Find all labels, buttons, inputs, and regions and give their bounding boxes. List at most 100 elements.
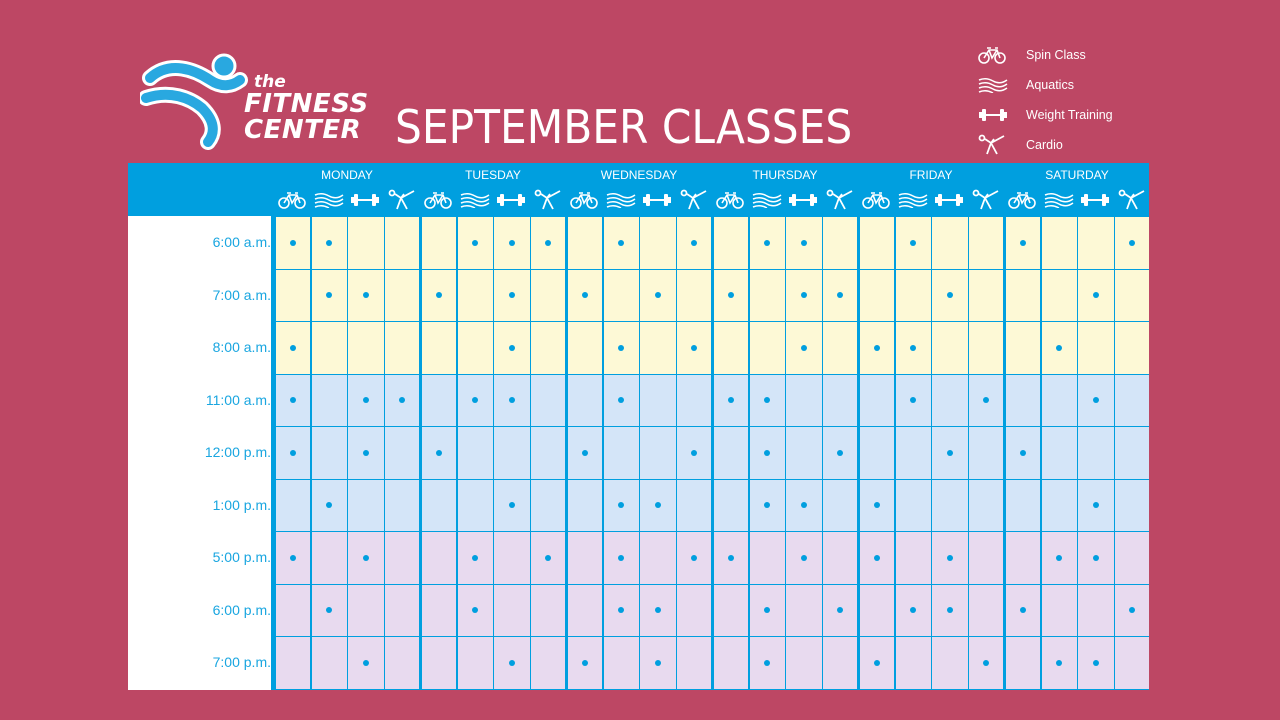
schedule-cell [860,427,894,479]
schedule-cell [276,269,310,321]
page-title: SEPTEMBER CLASSES [395,100,853,154]
dumbbell-icon [931,189,967,211]
class-dot [581,659,588,666]
schedule-cell [422,479,456,531]
schedule-cell [1078,322,1114,374]
schedule-cell [1114,217,1149,269]
class-dot [1128,239,1135,246]
schedule-cell [786,427,822,479]
schedule-cell [276,479,310,531]
schedule-cell [1041,427,1077,479]
schedule-cell [1114,479,1149,531]
class-dot [581,292,588,299]
bicycle-icon [978,44,1018,66]
schedule-cell [932,269,968,321]
schedule-cell [932,637,968,689]
class-dot [362,292,369,299]
schedule-cell [276,427,310,479]
class-dot [654,659,661,666]
schedule-cell [457,427,493,479]
schedule-cell [530,374,565,426]
waves-icon [311,189,347,211]
schedule-cell [1006,637,1040,689]
class-dot [508,239,515,246]
class-dot [544,239,551,246]
dumbbell-icon [639,189,675,211]
schedule-cell [311,374,347,426]
class-dot [873,344,880,351]
dumbbell-icon [1077,189,1113,211]
schedule-cell [1078,637,1114,689]
schedule-cell [530,532,565,584]
schedule-cell [568,374,602,426]
schedule-cell [895,217,931,269]
schedule-cell [932,217,968,269]
schedule-cell [1006,269,1040,321]
legend-label: Cardio [1026,138,1063,152]
schedule-cell [422,427,456,479]
schedule-cell [384,374,419,426]
bicycle-icon [712,189,748,211]
schedule-cell [640,427,676,479]
legend-item: Spin Class [978,40,1113,70]
schedule-cell [860,637,894,689]
schedule-cell [494,532,530,584]
class-dot [1056,344,1063,351]
schedule-cell [749,322,785,374]
class-dot [764,449,771,456]
schedule-cell [932,374,968,426]
schedule-cell [568,584,602,636]
cardio-stretch-icon [384,189,420,211]
bicycle-icon [274,189,310,211]
class-dot [764,502,771,509]
schedule-cell [457,374,493,426]
schedule-cell [968,322,1003,374]
schedule-cell [786,374,822,426]
schedule-cell [749,637,785,689]
class-dot [1019,449,1026,456]
waves-icon [895,189,931,211]
schedule-cell [786,584,822,636]
class-dot [836,607,843,614]
schedule-cell [1041,584,1077,636]
class-dot [654,607,661,614]
schedule-cell [895,637,931,689]
class-dot [326,502,333,509]
class-dot [544,554,551,561]
schedule-cell [603,269,639,321]
schedule-cell [968,637,1003,689]
schedule-cell [822,427,857,479]
schedule-cell [494,427,530,479]
class-dot [727,292,734,299]
schedule-cell [640,269,676,321]
schedule-cell [714,427,748,479]
waves-icon [457,189,493,211]
schedule-cell [714,269,748,321]
schedule-cell [530,584,565,636]
schedule-cell [348,269,384,321]
schedule-cell [1041,217,1077,269]
schedule-cell [384,637,419,689]
schedule-cell [568,322,602,374]
schedule-cell [603,584,639,636]
time-column: 6:00 a.m. 7:00 a.m. 8:00 a.m. 11:00 a.m. 12:… [128,216,271,690]
schedule-cell [968,269,1003,321]
dumbbell-icon [785,189,821,211]
schedule-cell [311,269,347,321]
schedule-cell [822,479,857,531]
schedule-cell [1041,374,1077,426]
cardio-stretch-icon [530,189,566,211]
time-label: 7:00 a.m. [212,286,271,303]
time-label: 6:00 a.m. [212,234,271,250]
schedule-cell [968,427,1003,479]
time-label: 5:00 p.m. [212,549,271,565]
schedule-cell [494,479,530,531]
schedule-cell [603,479,639,531]
class-dot [690,344,697,351]
time-label: 1:00 p.m. [212,496,271,513]
schedule-cell [494,584,530,636]
schedule-cell [895,479,931,531]
cardio-stretch-icon [1114,189,1150,211]
class-dot [800,554,807,561]
schedule-cell [786,322,822,374]
